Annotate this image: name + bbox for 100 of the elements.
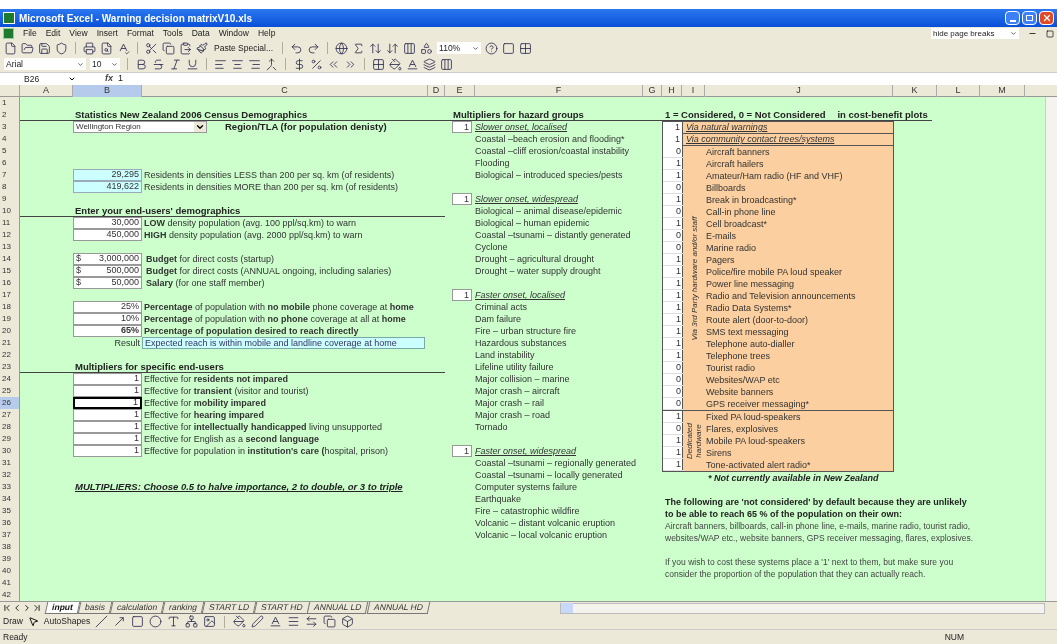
row-header[interactable]: 30 bbox=[0, 445, 19, 457]
menu-item[interactable]: Insert bbox=[96, 27, 118, 40]
next-sheet-icon[interactable] bbox=[22, 603, 32, 613]
sheet-tab[interactable]: START HD bbox=[253, 602, 310, 614]
budget-cell[interactable]: $ 50,000 bbox=[73, 277, 142, 289]
value-cell[interactable]: 0 bbox=[663, 230, 683, 242]
value-cell[interactable]: 1 bbox=[663, 266, 683, 278]
percentage-cell[interactable]: 10% bbox=[73, 313, 142, 325]
value-cell[interactable]: 1 bbox=[663, 254, 683, 266]
menu-item[interactable]: Data bbox=[191, 27, 210, 40]
cube-icon[interactable] bbox=[341, 615, 355, 628]
row-header[interactable]: 15 bbox=[0, 265, 19, 277]
value-cell[interactable]: 1 bbox=[663, 278, 683, 290]
restore-icon[interactable] bbox=[1046, 29, 1054, 38]
multiplier-cell[interactable]: 1 bbox=[73, 433, 142, 445]
row-header[interactable]: 34 bbox=[0, 493, 19, 505]
sort-descending-icon[interactable] bbox=[386, 41, 400, 55]
row-header[interactable]: 23 bbox=[0, 361, 19, 373]
row-header[interactable]: 10 bbox=[0, 205, 19, 217]
menu-item[interactable]: Help bbox=[257, 27, 276, 40]
value-cell[interactable]: 0 bbox=[663, 206, 683, 218]
save-icon[interactable] bbox=[38, 41, 51, 55]
value-cell[interactable]: 1 bbox=[663, 435, 683, 447]
row-header[interactable]: 28 bbox=[0, 421, 19, 433]
last-sheet-icon[interactable] bbox=[32, 603, 42, 613]
arrow-style-icon[interactable] bbox=[305, 615, 319, 628]
cut-icon[interactable] bbox=[145, 41, 158, 55]
row-header[interactable]: 29 bbox=[0, 433, 19, 445]
menu-item[interactable]: Window bbox=[218, 27, 249, 40]
value-cell[interactable]: 1 bbox=[663, 350, 683, 362]
row-header[interactable]: 36 bbox=[0, 517, 19, 529]
row-header[interactable]: 14 bbox=[0, 253, 19, 265]
previous-sheet-icon[interactable] bbox=[12, 603, 22, 613]
sheet-tab[interactable]: ANNUAL HD bbox=[366, 602, 430, 614]
multiplier-cell[interactable]: 1 bbox=[73, 385, 142, 397]
copy-icon[interactable] bbox=[162, 41, 175, 55]
row-header[interactable]: 2 bbox=[0, 109, 19, 121]
value-cell[interactable]: 1 bbox=[663, 170, 683, 182]
multiplier-cell[interactable]: 1 bbox=[452, 193, 472, 205]
dollar-icon[interactable] bbox=[293, 57, 306, 71]
menu-item[interactable]: Format bbox=[126, 27, 154, 40]
row-header[interactable]: 20 bbox=[0, 325, 19, 337]
column-header[interactable]: B bbox=[73, 85, 142, 97]
formula-value[interactable]: 1 bbox=[118, 72, 124, 86]
multiplier-cell[interactable]: 1 bbox=[452, 445, 472, 457]
row-header[interactable]: 13 bbox=[0, 241, 19, 253]
row-header[interactable]: 42 bbox=[0, 589, 19, 601]
help-box[interactable]: hide page breaks bbox=[931, 28, 1019, 39]
strikethrough-icon[interactable] bbox=[152, 57, 165, 71]
sheet-tab[interactable]: input bbox=[44, 602, 81, 614]
multiplier-cell[interactable]: 1 bbox=[452, 289, 472, 301]
row-header[interactable]: 21 bbox=[0, 337, 19, 349]
row-header[interactable]: 7 bbox=[0, 169, 19, 181]
row-header[interactable]: 19 bbox=[0, 313, 19, 325]
autoshapes-menu[interactable]: AutoShapes bbox=[43, 615, 91, 628]
paste-special-button[interactable]: Paste Special... bbox=[212, 41, 276, 55]
value-cell[interactable]: 1 bbox=[663, 290, 683, 302]
multiplier-cell[interactable]: 1 bbox=[73, 421, 142, 433]
menu-item[interactable]: View bbox=[69, 27, 88, 40]
value-cell[interactable]: 0 bbox=[663, 146, 683, 158]
new-file-icon[interactable] bbox=[4, 41, 17, 55]
align-left-icon[interactable] bbox=[214, 57, 227, 71]
row-header[interactable]: 12 bbox=[0, 229, 19, 241]
row-header[interactable]: 35 bbox=[0, 505, 19, 517]
row-header[interactable]: 31 bbox=[0, 457, 19, 469]
paste-icon[interactable] bbox=[179, 41, 192, 55]
row-header[interactable]: 27 bbox=[0, 409, 19, 421]
row-header[interactable]: 16 bbox=[0, 277, 19, 289]
rectangle-icon[interactable] bbox=[131, 615, 145, 628]
globe-icon[interactable] bbox=[335, 41, 349, 55]
menu-item[interactable]: Tools bbox=[162, 27, 183, 40]
value-cell[interactable]: 1 bbox=[663, 326, 683, 338]
print-preview-icon[interactable] bbox=[100, 41, 113, 55]
first-sheet-icon[interactable] bbox=[2, 603, 12, 613]
row-header[interactable]: 39 bbox=[0, 553, 19, 565]
row-header[interactable]: 41 bbox=[0, 577, 19, 589]
row-header[interactable]: 33 bbox=[0, 481, 19, 493]
line-style-icon[interactable] bbox=[287, 615, 301, 628]
pointer-icon[interactable] bbox=[27, 616, 39, 627]
sheet-tab[interactable]: basis bbox=[77, 602, 112, 614]
grid-icon[interactable] bbox=[519, 41, 533, 55]
resident-count-cell[interactable]: 419,622 bbox=[73, 181, 142, 193]
value-cell[interactable]: 0 bbox=[663, 374, 683, 386]
value-cell[interactable]: 1 bbox=[663, 338, 683, 350]
percentage-cell[interactable]: 65% bbox=[73, 325, 142, 337]
drawing-icon[interactable] bbox=[420, 41, 434, 55]
value-cell[interactable]: 0 bbox=[663, 398, 683, 410]
name-box[interactable]: B26 bbox=[0, 73, 80, 85]
row-header[interactable]: 22 bbox=[0, 349, 19, 361]
row-header[interactable]: 38 bbox=[0, 541, 19, 553]
row-header[interactable]: 3 bbox=[0, 121, 19, 133]
redo-icon[interactable] bbox=[307, 41, 321, 55]
menu-item[interactable]: Edit bbox=[45, 27, 61, 40]
shield-icon[interactable] bbox=[55, 41, 68, 55]
value-cell[interactable]: 1 bbox=[663, 122, 683, 134]
row-header[interactable]: 32 bbox=[0, 469, 19, 481]
row-header[interactable]: 5 bbox=[0, 145, 19, 157]
workbook-icon[interactable] bbox=[3, 28, 14, 39]
resident-count-cell[interactable]: 29,295 bbox=[73, 169, 142, 181]
font-color-icon[interactable] bbox=[406, 57, 419, 71]
